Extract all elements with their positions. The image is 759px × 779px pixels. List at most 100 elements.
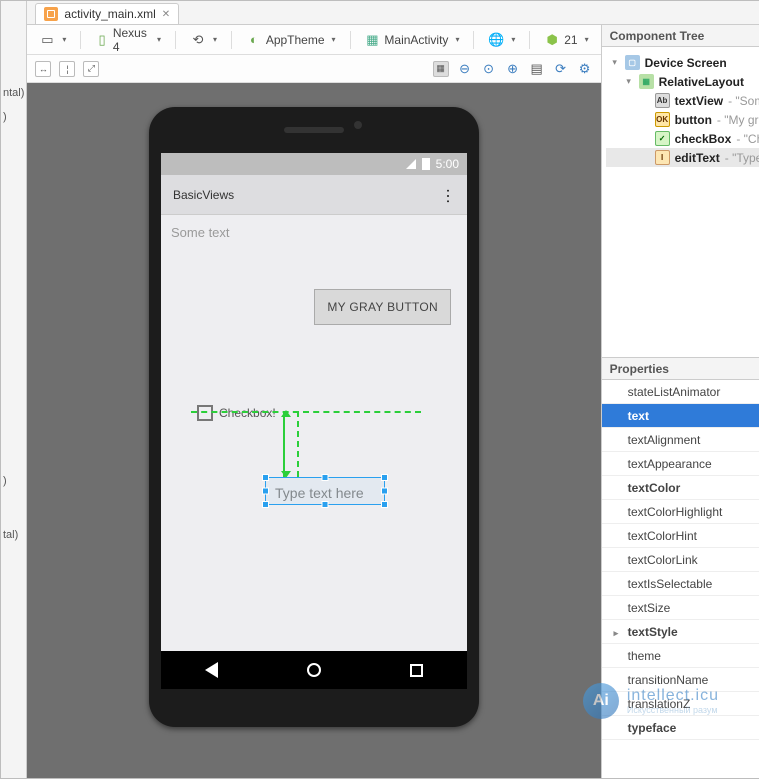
- property-textAppearance[interactable]: textAppearance: [602, 452, 759, 476]
- tree-node-device-screen[interactable]: ▾ ▢ Device Screen: [606, 53, 759, 72]
- text-view[interactable]: Some text: [171, 225, 457, 240]
- property-translationZ[interactable]: translationZ: [602, 692, 759, 716]
- property-key: textColorHighlight: [628, 505, 723, 519]
- property-stateListAnimator[interactable]: stateListAnimator: [602, 380, 759, 404]
- tree-node-relativelayout[interactable]: ▾▦RelativeLayout: [606, 72, 759, 91]
- tree-twisty-icon[interactable]: ▾: [624, 76, 634, 87]
- property-key: textColor: [628, 481, 681, 495]
- palette-peek: ): [1, 105, 26, 129]
- expander-icon[interactable]: ▸: [614, 628, 624, 639]
- resize-handle[interactable]: [262, 501, 269, 508]
- orientation-button[interactable]: ⟲: [186, 30, 221, 50]
- checkbox-label: Checkbox!: [219, 406, 276, 420]
- toggle-viewport-button[interactable]: ↔: [35, 61, 51, 77]
- property-key: text: [628, 409, 649, 423]
- back-icon[interactable]: [205, 662, 218, 678]
- checkbox-box-icon[interactable]: [197, 405, 213, 421]
- globe-icon: 🌐: [488, 32, 504, 48]
- tab-label: activity_main.xml: [64, 7, 155, 21]
- screenshot-button[interactable]: ▤: [529, 61, 545, 77]
- property-key: transitionName: [628, 673, 709, 687]
- design-canvas[interactable]: 5:00 BasicViews ⋯ Some text MY GRAY BUTT…: [27, 83, 600, 778]
- phone-icon: ▯: [95, 32, 109, 48]
- checkbox-widget[interactable]: Checkbox!: [197, 405, 276, 421]
- tree-node-edittext[interactable]: IeditText - "Type text here": [606, 148, 759, 167]
- zoom-out-button[interactable]: ⊖: [457, 61, 473, 77]
- designer-toolbar: ▭ ▯Nexus 4 ⟲ ◐AppTheme ▦MainActivity 🌐 ⬢…: [27, 25, 600, 55]
- node-name: Device Screen: [645, 56, 727, 70]
- resize-handle[interactable]: [381, 488, 388, 495]
- property-typeface[interactable]: typeface: [602, 716, 759, 740]
- resize-handle[interactable]: [262, 474, 269, 481]
- property-key: textAppearance: [628, 457, 712, 471]
- design-mode-button[interactable]: ▦: [433, 61, 449, 77]
- property-textColorHint[interactable]: textColorHint: [602, 524, 759, 548]
- component-tree[interactable]: ▾ ▢ Device Screen ▾▦RelativeLayoutAbtextVie…: [602, 47, 759, 357]
- close-icon[interactable]: ✕: [162, 9, 170, 20]
- designer-toolbar-2: ↔ ¦ ⤢ ▦ ⊖ ⊙ ⊕ ▤ ⟳ ⚙: [27, 55, 600, 83]
- theme-selector[interactable]: ◐AppTheme: [242, 30, 340, 50]
- node-name: button: [675, 113, 712, 127]
- activity-icon: ▦: [364, 32, 380, 48]
- property-textColor[interactable]: textColor: [602, 476, 759, 500]
- android-icon: ⬢: [544, 32, 560, 48]
- relative-layout[interactable]: Some text MY GRAY BUTTON Checkbox!: [161, 215, 467, 651]
- api-label: 21: [564, 33, 577, 47]
- speaker-decor: [284, 127, 344, 133]
- property-textColorLink[interactable]: textColorLink: [602, 548, 759, 572]
- property-key: textSize: [628, 601, 671, 615]
- check-node-icon: ✓: [655, 131, 670, 146]
- selection-box[interactable]: [265, 477, 385, 505]
- locale-selector[interactable]: 🌐: [484, 30, 519, 50]
- property-key: theme: [628, 649, 661, 663]
- refresh-button[interactable]: ⟳: [553, 61, 569, 77]
- app-toolbar: BasicViews ⋯: [161, 175, 467, 215]
- settings-button[interactable]: ⚙: [577, 61, 593, 77]
- overflow-icon[interactable]: ⋯: [438, 188, 458, 202]
- signal-icon: [406, 159, 416, 169]
- property-textAlignment[interactable]: textAlignment: [602, 428, 759, 452]
- node-desc: - "Some text": [728, 94, 759, 108]
- gray-button[interactable]: MY GRAY BUTTON: [314, 289, 451, 325]
- alignment-guide: [191, 411, 421, 413]
- edit-node-icon: I: [655, 150, 670, 165]
- property-textSize[interactable]: textSize: [602, 596, 759, 620]
- button-node-icon: OK: [655, 112, 670, 127]
- tree-node-button[interactable]: OKbutton - "My gray button": [606, 110, 759, 129]
- device-screen: 5:00 BasicViews ⋯ Some text MY GRAY BUTT…: [161, 153, 467, 689]
- tree-twisty-icon[interactable]: ▾: [610, 57, 620, 68]
- device-label: Nexus 4: [113, 26, 150, 54]
- property-text[interactable]: textType text here: [602, 404, 759, 428]
- expand-button[interactable]: ⤢: [83, 61, 99, 77]
- text-node-icon: Ab: [655, 93, 670, 108]
- tree-node-textview[interactable]: AbtextView - "Some text": [606, 91, 759, 110]
- home-icon[interactable]: [307, 663, 321, 677]
- tree-node-checkbox[interactable]: ✓checkBox - "Checkbox! ": [606, 129, 759, 148]
- tab-activity-main[interactable]: activity_main.xml ✕: [35, 3, 179, 24]
- property-textColorHighlight[interactable]: textColorHighlight: [602, 500, 759, 524]
- recents-icon[interactable]: [410, 664, 423, 677]
- resize-handle[interactable]: [322, 501, 329, 508]
- zoom-reset-button[interactable]: ⊙: [481, 61, 497, 77]
- property-key: textAlignment: [628, 433, 701, 447]
- properties-header: Properties: [602, 358, 759, 380]
- resize-handle[interactable]: [322, 474, 329, 481]
- activity-selector[interactable]: ▦MainActivity: [360, 30, 463, 50]
- property-key: typeface: [628, 721, 677, 735]
- resize-handle[interactable]: [381, 474, 388, 481]
- device-selector[interactable]: ▯Nexus 4: [91, 24, 165, 56]
- render-mode-button[interactable]: ▭: [35, 30, 70, 50]
- resize-handle[interactable]: [262, 488, 269, 495]
- zoom-in-button[interactable]: ⊕: [505, 61, 521, 77]
- xml-file-icon: [44, 7, 58, 21]
- property-transitionName[interactable]: transitionName: [602, 668, 759, 692]
- properties-table[interactable]: stateListAnimatortextType text here textA…: [602, 380, 759, 778]
- device-node-icon: ▢: [625, 55, 640, 70]
- api-selector[interactable]: ⬢ 21: [540, 30, 592, 50]
- property-theme[interactable]: theme: [602, 644, 759, 668]
- toggle-bounds-button[interactable]: ¦: [59, 61, 75, 77]
- property-textIsSelectable[interactable]: textIsSelectable: [602, 572, 759, 596]
- resize-handle[interactable]: [381, 501, 388, 508]
- property-textStyle[interactable]: ▸textStyle[]: [602, 620, 759, 644]
- android-statusbar: 5:00: [161, 153, 467, 175]
